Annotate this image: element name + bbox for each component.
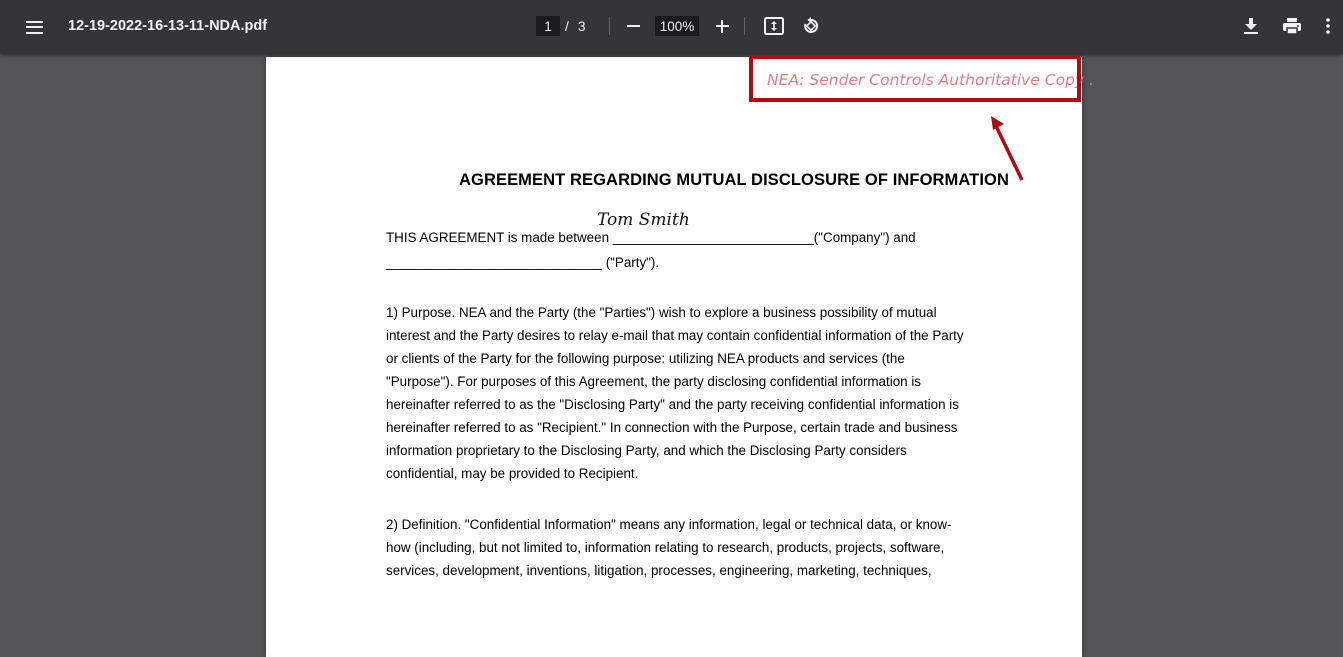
purpose-line: interest and the Party desires to relay … xyxy=(386,328,964,343)
zoom-in-button[interactable] xyxy=(707,11,737,41)
page-number-input[interactable] xyxy=(536,16,560,36)
document-title: AGREEMENT REGARDING MUTUAL DISCLOSURE OF… xyxy=(459,171,1009,189)
fit-to-page-button[interactable] xyxy=(759,11,789,41)
fit-to-page-icon xyxy=(764,17,784,35)
purpose-line: or clients of the Party for the followin… xyxy=(386,351,905,366)
purpose-line: hereinafter referred to as the "Disclosi… xyxy=(386,397,959,412)
zoom-level-input[interactable] xyxy=(655,16,699,36)
total-pages: 3 xyxy=(578,18,586,34)
purpose-line: hereinafter referred to as "Recipient." … xyxy=(386,420,958,435)
toolbar-divider xyxy=(744,17,745,35)
purpose-line: 1) Purpose. NEA and the Party (the "Part… xyxy=(386,305,937,320)
pdf-page: NEA: Sender Controls Authoritative Copy … xyxy=(266,57,1094,657)
download-icon xyxy=(1244,18,1258,34)
zoom-out-icon xyxy=(626,25,640,27)
purpose-line: information proprietary to the Disclosin… xyxy=(386,443,907,458)
print-button[interactable] xyxy=(1277,11,1307,41)
handwritten-signature: Tom Smith xyxy=(597,210,690,230)
definition-line: services, development, inventions, litig… xyxy=(386,563,932,578)
intro-line: _____________________________ ("Party"). xyxy=(386,255,660,270)
purpose-line: "Purpose"). For purposes of this Agreeme… xyxy=(386,374,921,389)
more-actions-button[interactable] xyxy=(1316,11,1340,41)
annotation-arrow-icon xyxy=(991,116,1024,181)
intro-line: THIS AGREEMENT is made between _________… xyxy=(386,230,916,245)
rotate-button[interactable] xyxy=(796,11,826,41)
zoom-out-button[interactable] xyxy=(618,11,648,41)
definition-line: 2) Definition. "Confidential Information… xyxy=(386,517,952,532)
print-icon xyxy=(1283,18,1301,35)
highlight-box xyxy=(749,55,1081,102)
download-button[interactable] xyxy=(1236,11,1266,41)
menu-icon xyxy=(25,20,43,34)
rotate-icon xyxy=(804,17,819,33)
more-vert-icon xyxy=(1326,18,1330,34)
file-title: 12-19-2022-16-13-11-NDA.pdf xyxy=(68,18,268,34)
pdf-toolbar: 12-19-2022-16-13-11-NDA.pdf / 3 xyxy=(0,0,1343,54)
zoom-in-icon xyxy=(715,19,729,33)
page-separator: / xyxy=(565,18,569,34)
menu-button[interactable] xyxy=(18,11,50,43)
definition-line: how (including, but not limited to, info… xyxy=(386,540,945,555)
purpose-line: confidential, may be provided to Recipie… xyxy=(386,466,639,481)
toolbar-divider xyxy=(609,17,610,35)
